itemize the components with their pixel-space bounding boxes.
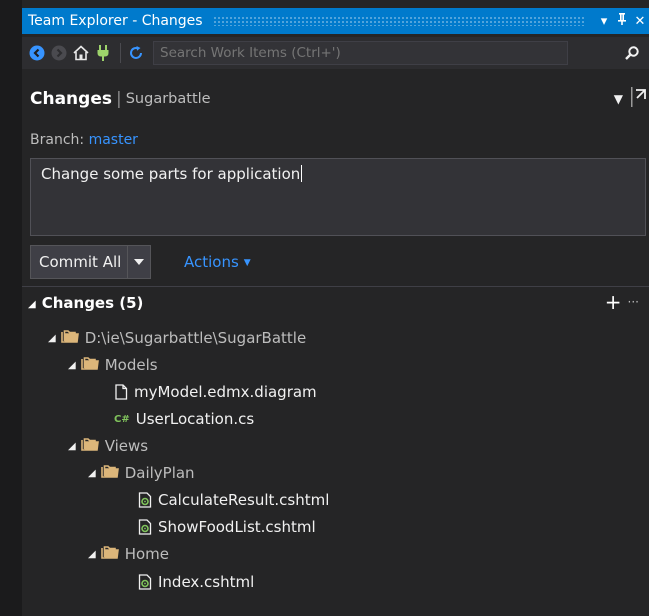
window-menu-dropdown-icon[interactable]: ▾ bbox=[595, 14, 613, 29]
folder-label: Home bbox=[124, 545, 169, 563]
team-explorer-panel: Team Explorer - Changes ▾ ✕ Search Work … bbox=[22, 0, 649, 616]
folder-label: DailyPlan bbox=[124, 464, 195, 482]
add-icon[interactable]: + bbox=[605, 292, 622, 312]
file-label: UserLocation.cs bbox=[135, 410, 255, 428]
folder-icon bbox=[60, 329, 79, 347]
tree-item-file[interactable]: ShowFoodList.cshtml bbox=[138, 516, 316, 538]
window-title: Team Explorer - Changes bbox=[28, 13, 203, 29]
cshtml-file-icon bbox=[138, 574, 152, 590]
commit-message-text: Change some parts for application bbox=[41, 165, 301, 183]
commit-dropdown-icon[interactable] bbox=[127, 246, 150, 278]
folder-icon bbox=[100, 545, 119, 563]
tree-item-home[interactable]: ◢ Home bbox=[88, 543, 169, 565]
cshtml-file-icon bbox=[138, 492, 152, 508]
folder-icon bbox=[80, 356, 99, 374]
left-edge-strip bbox=[0, 0, 22, 616]
branch-link[interactable]: master bbox=[89, 132, 138, 148]
file-label: Index.cshtml bbox=[158, 573, 255, 591]
undock-icon[interactable] bbox=[631, 86, 647, 112]
file-label: myModel.edmx.diagram bbox=[134, 383, 317, 401]
root-folder-label: D:\ie\Sugarbattle\SugarBattle bbox=[84, 329, 307, 347]
file-label: CalculateResult.cshtml bbox=[158, 491, 330, 509]
folder-icon bbox=[80, 437, 99, 455]
tree-item-models[interactable]: ◢ Models bbox=[68, 354, 158, 376]
actions-label: Actions bbox=[184, 253, 239, 271]
tree-item-root[interactable]: ◢ D:\ie\Sugarbattle\SugarBattle bbox=[48, 327, 306, 349]
close-icon[interactable]: ✕ bbox=[631, 14, 649, 29]
changes-section-header[interactable]: ◢ Changes (5) bbox=[28, 294, 143, 312]
home-icon[interactable] bbox=[70, 42, 92, 64]
tree-item-file[interactable]: C# UserLocation.cs bbox=[114, 408, 254, 430]
header-separator: | bbox=[115, 89, 122, 109]
tree-item-file[interactable]: Index.cshtml bbox=[138, 571, 254, 593]
title-drag-grip[interactable] bbox=[212, 16, 585, 26]
forward-icon[interactable] bbox=[48, 42, 70, 64]
tree-item-views[interactable]: ◢ Views bbox=[68, 435, 148, 457]
text-cursor bbox=[301, 165, 303, 182]
back-icon[interactable] bbox=[26, 42, 48, 64]
page-header: Changes | Sugarbattle ▼ bbox=[22, 82, 649, 116]
changes-section-label: Changes (5) bbox=[41, 294, 144, 312]
tree-item-file[interactable]: CalculateResult.cshtml bbox=[138, 489, 329, 511]
search-icon[interactable] bbox=[621, 42, 643, 64]
cshtml-file-icon bbox=[138, 519, 152, 535]
folder-icon bbox=[100, 464, 119, 482]
tree-item-dailyplan[interactable]: ◢ DailyPlan bbox=[88, 462, 195, 484]
commit-all-button[interactable]: Commit All bbox=[31, 246, 127, 278]
more-options-icon[interactable]: ··· bbox=[628, 295, 639, 309]
expand-arrow-icon[interactable]: ◢ bbox=[48, 333, 56, 344]
actions-menu[interactable]: Actions ▼ bbox=[184, 253, 251, 271]
toolbar-separator bbox=[120, 43, 121, 63]
tree-item-file[interactable]: myModel.edmx.diagram bbox=[114, 381, 317, 403]
title-bar[interactable]: Team Explorer - Changes ▾ ✕ bbox=[22, 8, 649, 34]
connect-plug-icon[interactable] bbox=[92, 42, 114, 64]
csharp-file-icon: C# bbox=[114, 413, 130, 425]
expand-arrow-icon[interactable]: ◢ bbox=[68, 441, 76, 452]
project-name[interactable]: Sugarbattle bbox=[126, 91, 211, 107]
branch-line: Branch: master bbox=[30, 132, 138, 148]
branch-label: Branch: bbox=[30, 132, 85, 148]
refresh-icon[interactable] bbox=[125, 42, 147, 64]
expand-arrow-icon[interactable]: ◢ bbox=[88, 549, 96, 560]
team-explorer-window: Team Explorer - Changes ▾ ✕ Search Work … bbox=[0, 0, 649, 616]
page-title: Changes bbox=[30, 89, 112, 109]
changes-section-tools: + ··· bbox=[605, 292, 639, 312]
header-icons: ▼ bbox=[614, 86, 649, 112]
search-work-items-input[interactable] bbox=[153, 41, 568, 65]
file-icon bbox=[114, 384, 128, 400]
collapse-arrow-icon[interactable]: ◢ bbox=[28, 299, 36, 310]
page-dropdown-icon[interactable]: ▼ bbox=[614, 92, 623, 106]
actions-dropdown-icon: ▼ bbox=[243, 258, 251, 268]
commit-message-input[interactable]: Change some parts for application bbox=[30, 158, 646, 236]
expand-arrow-icon[interactable]: ◢ bbox=[88, 468, 96, 479]
folder-label: Models bbox=[104, 356, 158, 374]
toolbar bbox=[22, 37, 649, 69]
folder-label: Views bbox=[104, 437, 149, 455]
commit-all-split-button[interactable]: Commit All bbox=[30, 245, 152, 279]
divider bbox=[22, 286, 649, 287]
file-label: ShowFoodList.cshtml bbox=[158, 518, 316, 536]
expand-arrow-icon[interactable]: ◢ bbox=[68, 360, 76, 371]
pin-icon[interactable] bbox=[613, 12, 631, 30]
